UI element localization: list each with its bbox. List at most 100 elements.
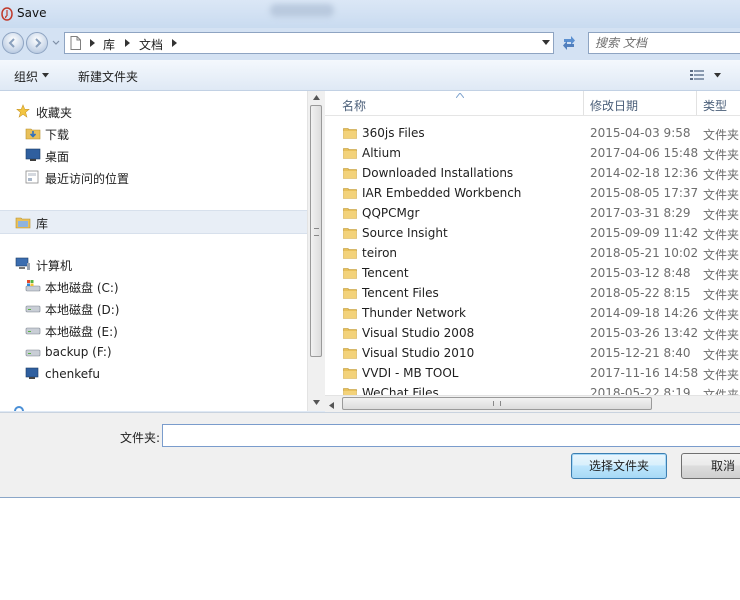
- chevron-right-icon[interactable]: [125, 39, 130, 47]
- scroll-thumb[interactable]: [310, 105, 322, 357]
- file-modified-date: 2018-05-22 8:15: [590, 286, 691, 300]
- chevron-right-icon[interactable]: [172, 39, 177, 47]
- horizontal-scrollbar[interactable]: [325, 395, 740, 413]
- nav-label: 收藏夹: [36, 106, 73, 120]
- nav-item-computer[interactable]: 计算机: [0, 254, 307, 274]
- view-dropdown-icon[interactable]: [714, 73, 721, 78]
- library-icon: [15, 217, 31, 229]
- file-row[interactable]: Visual Studio 2008 2015-03-26 13:42 文件夹: [325, 323, 740, 343]
- new-folder-button[interactable]: 新建文件夹: [78, 68, 138, 85]
- view-options-icon[interactable]: [690, 69, 704, 81]
- file-type: 文件夹: [703, 328, 740, 342]
- file-row[interactable]: QQPCMgr 2017-03-31 8:29 文件夹: [325, 203, 740, 223]
- column-divider[interactable]: [583, 91, 584, 115]
- file-name: IAR Embedded Workbench: [362, 186, 522, 200]
- file-modified-date: 2017-11-16 14:58: [590, 366, 699, 380]
- nav-item-network-computer[interactable]: chenkefu: [0, 364, 307, 384]
- nav-label: 计算机: [36, 259, 73, 273]
- file-type: 文件夹: [703, 208, 740, 222]
- back-button[interactable]: [2, 32, 24, 54]
- folder-icon: [343, 168, 357, 179]
- cancel-button[interactable]: 取消: [681, 453, 740, 479]
- folder-icon: [343, 188, 357, 199]
- scroll-down-icon[interactable]: [313, 400, 320, 405]
- folder-name-field[interactable]: [162, 424, 740, 447]
- nav-label: backup (F:): [45, 345, 112, 359]
- nav-label: 最近访问的位置: [45, 172, 130, 186]
- file-row[interactable]: Thunder Network 2014-09-18 14:26 文件夹: [325, 303, 740, 323]
- network-computer-icon: [25, 367, 39, 379]
- file-type: 文件夹: [703, 368, 740, 382]
- file-name: Thunder Network: [362, 306, 466, 320]
- folder-icon: [343, 268, 357, 279]
- address-dropdown-icon[interactable]: [542, 40, 550, 46]
- breadcrumb-documents[interactable]: 文档: [139, 36, 163, 53]
- file-name: Tencent: [362, 266, 409, 280]
- column-header: 名称 修改日期 类型: [325, 91, 740, 116]
- file-modified-date: 2015-03-26 13:42: [590, 326, 699, 340]
- refresh-icon[interactable]: [560, 34, 578, 52]
- search-box[interactable]: [588, 32, 740, 54]
- organize-button[interactable]: 组织: [14, 68, 38, 85]
- nav-item-drive-f[interactable]: backup (F:): [0, 342, 307, 362]
- nav-item-desktop[interactable]: 桌面: [0, 145, 307, 165]
- recent-places-icon: [25, 170, 39, 184]
- select-folder-button[interactable]: 选择文件夹: [571, 453, 667, 479]
- file-row[interactable]: VVDI - MB TOOL 2017-11-16 14:58 文件夹: [325, 363, 740, 383]
- nav-item-libraries[interactable]: 库: [0, 210, 307, 234]
- file-name: QQPCMgr: [362, 206, 420, 220]
- scroll-thumb[interactable]: [342, 397, 652, 410]
- breadcrumb-library[interactable]: 库: [103, 36, 115, 53]
- navigation-pane: 收藏夹 下载 桌面 最近访问的位置 库 计算机 本地磁盘 (C:) 本地磁盘 (…: [0, 91, 307, 411]
- blurred-title-area: [270, 4, 334, 17]
- star-icon: [16, 104, 30, 118]
- forward-button[interactable]: [26, 32, 48, 54]
- search-input[interactable]: [595, 34, 735, 52]
- navigation-scrollbar[interactable]: [307, 91, 325, 411]
- nav-item-recent-places[interactable]: 最近访问的位置: [0, 167, 307, 187]
- network-icon: [14, 406, 24, 411]
- file-row[interactable]: Downloaded Installations 2014-02-18 12:36…: [325, 163, 740, 183]
- file-row[interactable]: Source Insight 2015-09-09 11:42 文件夹: [325, 223, 740, 243]
- nav-item-drive-c[interactable]: 本地磁盘 (C:): [0, 276, 307, 296]
- folder-icon: [343, 288, 357, 299]
- file-row[interactable]: IAR Embedded Workbench 2015-08-05 17:37 文件…: [325, 183, 740, 203]
- nav-label: 本地磁盘 (C:): [45, 281, 119, 295]
- file-type: 文件夹: [703, 268, 740, 282]
- file-row[interactable]: Tencent 2015-03-12 8:48 文件夹: [325, 263, 740, 283]
- address-row: 库 文档: [0, 28, 740, 60]
- file-row[interactable]: Altium 2017-04-06 15:48 文件夹: [325, 143, 740, 163]
- file-row[interactable]: teiron 2018-05-21 10:02 文件夹: [325, 243, 740, 263]
- file-modified-date: 2015-03-12 8:48: [590, 266, 691, 280]
- file-row[interactable]: 360js Files 2015-04-03 9:58 文件夹: [325, 123, 740, 143]
- chevron-down-icon: [42, 73, 49, 78]
- download-folder-icon: [25, 128, 41, 140]
- scroll-up-icon[interactable]: [313, 95, 320, 100]
- title-bar[interactable]: Save: [0, 0, 740, 28]
- column-name[interactable]: 名称: [342, 97, 366, 114]
- column-divider[interactable]: [696, 91, 697, 115]
- column-modified[interactable]: 修改日期: [590, 97, 638, 114]
- recent-pages-dropdown-icon[interactable]: [52, 40, 60, 46]
- file-type: 文件夹: [703, 188, 740, 202]
- scroll-left-icon[interactable]: [329, 402, 334, 409]
- file-name: 360js Files: [362, 126, 425, 140]
- command-bar: 组织 新建文件夹: [0, 60, 740, 91]
- nav-item-drive-d[interactable]: 本地磁盘 (D:): [0, 298, 307, 318]
- column-type[interactable]: 类型: [703, 97, 727, 114]
- nav-item-drive-e[interactable]: 本地磁盘 (E:): [0, 320, 307, 340]
- arrow-right-icon: [35, 38, 42, 48]
- nav-label: chenkefu: [45, 367, 100, 381]
- file-row[interactable]: Visual Studio 2010 2015-12-21 8:40 文件夹: [325, 343, 740, 363]
- nav-item-favorites[interactable]: 收藏夹: [0, 101, 307, 121]
- file-row[interactable]: Tencent Files 2018-05-22 8:15 文件夹: [325, 283, 740, 303]
- file-type: 文件夹: [703, 308, 740, 322]
- app-icon: [1, 7, 13, 21]
- nav-item-downloads[interactable]: 下载: [0, 123, 307, 143]
- sort-ascending-icon: [456, 93, 464, 98]
- chevron-right-icon[interactable]: [90, 39, 95, 47]
- folder-icon: [343, 148, 357, 159]
- folder-icon: [343, 308, 357, 319]
- file-name: Tencent Files: [362, 286, 439, 300]
- address-bar[interactable]: 库 文档: [64, 32, 554, 54]
